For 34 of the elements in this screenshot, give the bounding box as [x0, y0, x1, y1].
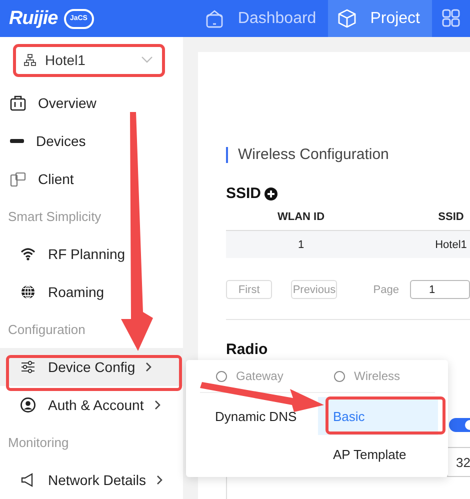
nav-item[interactable]: Client [0, 160, 183, 198]
menu-item[interactable]: AP Template [318, 435, 438, 473]
network-icon [24, 54, 36, 66]
cube-icon [338, 9, 356, 28]
grid-icon [442, 9, 460, 28]
nav-item[interactable]: Network Details [0, 461, 183, 499]
logo-text: Ruijie [9, 8, 58, 30]
nav-item[interactable]: RF Planning [0, 235, 183, 273]
section-label: Smart Simplicity [7, 208, 102, 226]
page-input[interactable]: 1 [410, 280, 470, 299]
wifi-icon [20, 246, 36, 262]
device-icon [10, 138, 24, 143]
nav-item[interactable]: Auth & Account [0, 386, 183, 424]
radio-heading: Radio [226, 341, 268, 358]
home-icon [204, 9, 224, 28]
nav-item[interactable]: Device Config [0, 348, 183, 386]
chevron-down-icon [141, 56, 153, 64]
add-icon [264, 186, 278, 200]
briefcase-icon [10, 95, 26, 112]
page-label: Page [373, 284, 399, 296]
ssid-heading: SSID [226, 185, 262, 202]
nav-item[interactable]: Overview [0, 84, 183, 122]
section-title: Wireless Configuration [226, 147, 389, 163]
nav-item[interactable]: Devices [0, 122, 183, 160]
menu-item[interactable]: Dynamic DNS [200, 397, 320, 435]
table-cell: Hotel1 [376, 230, 470, 258]
sliders-icon [20, 359, 36, 376]
table-cell: 1 [226, 230, 376, 258]
nav-tab[interactable]: Project [328, 0, 432, 37]
section-label: Configuration [7, 320, 86, 339]
client-icon [10, 170, 26, 187]
section-label: Monitoring [7, 434, 70, 452]
user-circle-icon [20, 396, 36, 413]
globe-icon [20, 284, 36, 300]
